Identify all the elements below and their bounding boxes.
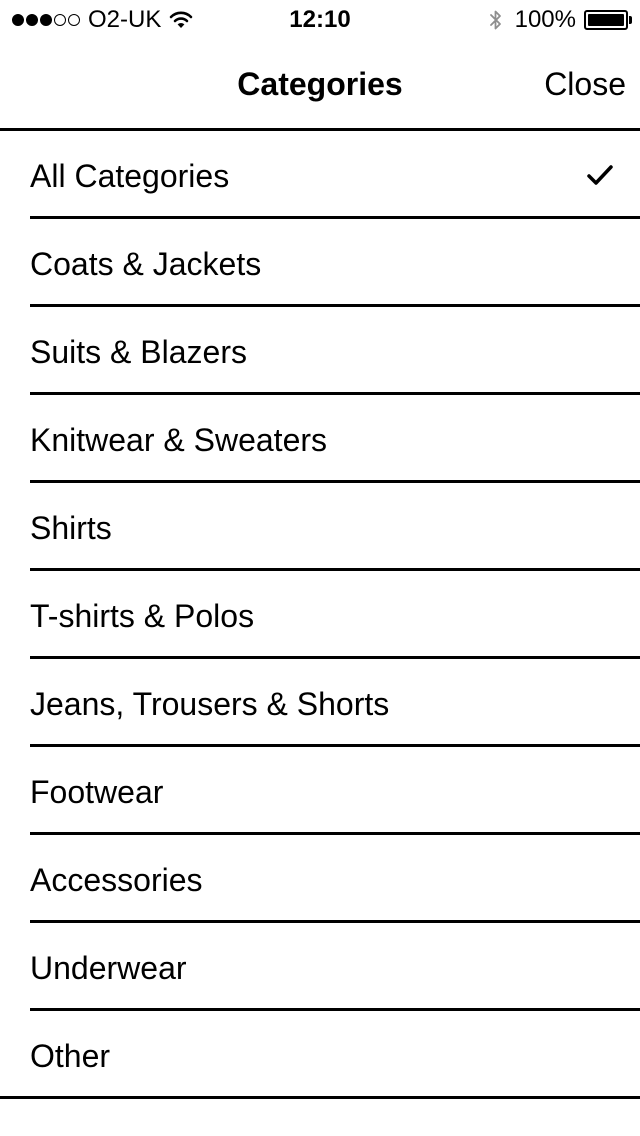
battery-cap (629, 16, 632, 24)
category-list: All Categories Coats & Jackets Suits & Bla… (0, 131, 640, 1099)
list-item[interactable]: Suits & Blazers (0, 307, 640, 395)
category-label: Other (30, 1038, 111, 1074)
list-item[interactable]: T-shirts & Polos (0, 571, 640, 659)
bluetooth-icon (489, 10, 501, 30)
list-item[interactable]: All Categories (0, 131, 640, 219)
list-item[interactable]: Accessories (0, 835, 640, 923)
category-label: T-shirts & Polos (30, 598, 255, 634)
category-label: Knitwear & Sweaters (30, 422, 328, 458)
checkmark-icon (587, 165, 613, 185)
list-item[interactable]: Footwear (0, 747, 640, 835)
list-item[interactable]: Underwear (0, 923, 640, 1011)
close-button[interactable]: Close (544, 64, 626, 104)
list-item[interactable]: Shirts (0, 483, 640, 571)
list-item[interactable]: Coats & Jackets (0, 219, 640, 307)
list-item[interactable]: Knitwear & Sweaters (0, 395, 640, 483)
battery-level (588, 14, 624, 26)
category-label: Jeans, Trousers & Shorts (30, 686, 390, 722)
category-label: Underwear (30, 950, 187, 986)
category-label: Suits & Blazers (30, 334, 247, 370)
navigation-bar: Categories Close (0, 40, 640, 131)
battery-icon (584, 10, 632, 30)
category-label: Shirts (30, 510, 112, 546)
category-label: Coats & Jackets (30, 246, 262, 282)
battery-percent: 100% (514, 6, 576, 33)
category-label: Footwear (30, 774, 164, 810)
list-item[interactable]: Jeans, Trousers & Shorts (0, 659, 640, 747)
category-label: All Categories (30, 158, 230, 194)
category-label: Accessories (30, 862, 203, 898)
status-bar: O2-UK 12:10 100% (0, 0, 640, 40)
list-item[interactable]: Other (0, 1011, 640, 1099)
status-right: 100% (489, 6, 632, 34)
